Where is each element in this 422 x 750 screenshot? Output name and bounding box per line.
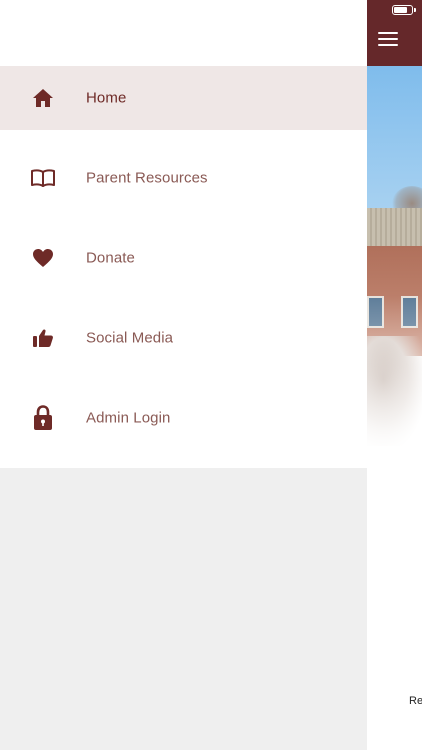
truncated-text: Re xyxy=(409,695,422,707)
top-app-bar xyxy=(367,0,422,66)
drawer-item-label: Donate xyxy=(86,249,135,267)
drawer-item-parent-resources[interactable]: Parent Resources xyxy=(0,146,367,210)
navigation-drawer: Home Parent Resources Donate Social Medi… xyxy=(0,0,367,750)
main-content: Re xyxy=(367,0,422,750)
drawer-item-label: Social Media xyxy=(86,329,174,347)
heart-icon xyxy=(30,245,56,271)
drawer-item-label: Home xyxy=(86,89,127,107)
battery-level xyxy=(394,7,407,13)
drawer-item-donate[interactable]: Donate xyxy=(0,226,367,290)
book-icon xyxy=(30,165,56,191)
drawer-item-home[interactable]: Home xyxy=(0,66,367,130)
drawer-item-label: Parent Resources xyxy=(86,169,208,187)
hamburger-menu-icon[interactable] xyxy=(378,32,398,48)
drawer-header xyxy=(0,0,367,66)
lock-icon xyxy=(30,405,56,431)
thumbs-up-icon xyxy=(30,325,56,351)
hero-image xyxy=(367,66,422,496)
drawer-item-social-media[interactable]: Social Media xyxy=(0,306,367,370)
drawer-item-admin-login[interactable]: Admin Login xyxy=(0,386,367,450)
drawer-item-label: Admin Login xyxy=(86,409,171,427)
home-icon xyxy=(30,85,56,111)
battery-icon xyxy=(392,5,413,15)
battery-tip xyxy=(414,8,416,12)
drawer-menu: Home Parent Resources Donate Social Medi… xyxy=(0,66,367,468)
